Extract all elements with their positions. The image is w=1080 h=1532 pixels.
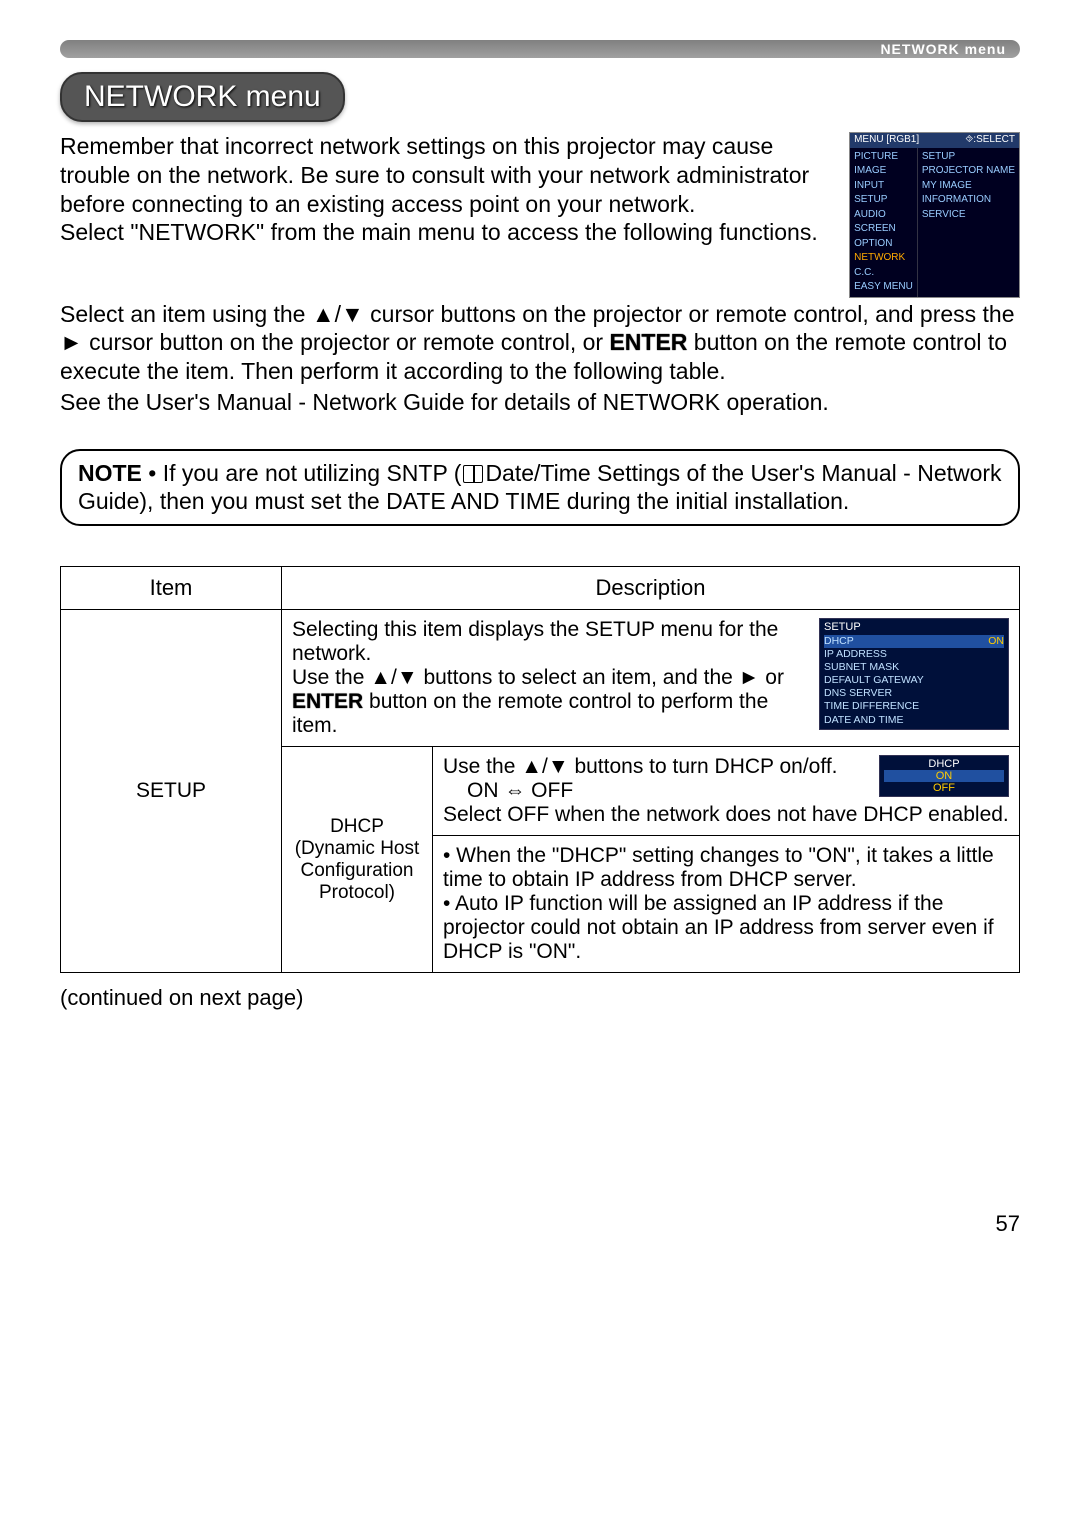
top-bar: NETWORK menu <box>60 40 1020 58</box>
note-box: NOTE • If you are not utilizing SNTP (Da… <box>60 449 1020 527</box>
intro-paragraph-1: Remember that incorrect network settings… <box>60 132 835 218</box>
osd-left-item: SETUP <box>854 193 913 208</box>
osd-right-item: SETUP <box>922 150 1015 165</box>
enter-label: ENTER <box>609 329 687 355</box>
dhcp-row1-cell: DHCP ON OFF Use the ▲/▼ buttons to turn … <box>433 747 1020 836</box>
setup-osd-item: DNS SERVER <box>824 687 892 700</box>
osd-head-right: ⯑:SELECT <box>965 134 1015 147</box>
main-menu-osd: MENU [RGB1] ⯑:SELECT PICTURE IMAGE INPUT… <box>849 132 1020 298</box>
setup-osd-value: ON <box>988 635 1004 648</box>
dhcp-row1-c: Select OFF when the network does not hav… <box>443 803 1009 827</box>
osd-left-item: AUDIO <box>854 208 913 223</box>
note-text-a: • If you are not utilizing SNTP ( <box>142 460 462 486</box>
page-number: 57 <box>60 1211 1020 1237</box>
setup-osd: SETUP DHCP ON IP ADDRESS SUBNET MASK DEFA… <box>819 618 1009 730</box>
setup-osd-item: SUBNET MASK <box>824 661 899 674</box>
dhcp-subitem-cell: DHCP (Dynamic Host Configuration Protoco… <box>282 747 433 973</box>
dhcp-row2-cell: • When the "DHCP" setting changes to "ON… <box>433 836 1020 973</box>
note-label: NOTE <box>78 460 142 486</box>
osd-right-column: SETUP PROJECTOR NAME MY IMAGE INFORMATIO… <box>918 148 1019 297</box>
osd-left-item: INPUT <box>854 179 913 194</box>
osd-left-item-highlight: NETWORK <box>854 251 913 266</box>
osd-right-item: INFORMATION <box>922 193 1015 208</box>
setup-osd-item: DHCP <box>824 635 854 648</box>
description-table: Item Description SETUP SETUP DHCPON IP A… <box>60 566 1020 973</box>
osd-right-item: MY IMAGE <box>922 179 1015 194</box>
setup-osd-item: TIME DIFFERENCE <box>824 700 919 713</box>
dhcp-osd-option: ON <box>884 770 1004 782</box>
osd-left-column: PICTURE IMAGE INPUT SETUP AUDIO SCREEN O… <box>850 148 918 297</box>
top-bar-title: NETWORK menu <box>880 41 1006 57</box>
dhcp-label-1: DHCP <box>292 816 422 838</box>
setup-osd-item: IP ADDRESS <box>824 648 887 661</box>
osd-head-left: MENU [RGB1] <box>854 134 919 147</box>
osd-left-item: C.C. <box>854 266 913 281</box>
intro-paragraph-2: Select "NETWORK" from the main menu to a… <box>60 218 835 247</box>
dhcp-osd-title: DHCP <box>884 758 1004 770</box>
setup-osd-item: DEFAULT GATEWAY <box>824 674 924 687</box>
setup-osd-title: SETUP <box>824 621 1004 635</box>
setup-item-cell: SETUP <box>61 610 282 973</box>
table-head-desc: Description <box>282 567 1020 610</box>
osd-right-item: SERVICE <box>922 208 1015 223</box>
dhcp-label-2: (Dynamic Host Configuration Protocol) <box>292 838 422 904</box>
body-p2: See the User's Manual - Network Guide fo… <box>60 388 1020 417</box>
continued-text: (continued on next page) <box>60 985 1020 1011</box>
dhcp-osd-option: OFF <box>884 782 1004 794</box>
table-head-item: Item <box>61 567 282 610</box>
page-heading: NETWORK menu <box>60 72 345 122</box>
enter-label-2: ENTER <box>292 690 363 713</box>
osd-left-item: IMAGE <box>854 164 913 179</box>
setup-desc-b: Use the ▲/▼ buttons to select an item, a… <box>292 666 784 689</box>
setup-desc-a: Selecting this item displays the SETUP m… <box>292 618 778 665</box>
setup-osd-item: DATE AND TIME <box>824 714 904 727</box>
osd-left-item: PICTURE <box>854 150 913 165</box>
setup-desc-cell: SETUP DHCP ON IP ADDRESS SUBNET MASK DEFA… <box>282 610 1020 747</box>
osd-left-item: OPTION <box>854 237 913 252</box>
dhcp-row2-text: • When the "DHCP" setting changes to "ON… <box>443 844 1009 964</box>
osd-left-item: SCREEN <box>854 222 913 237</box>
setup-desc-c: button on the remote control to perform … <box>292 690 768 737</box>
osd-right-item: PROJECTOR NAME <box>922 164 1015 179</box>
osd-left-item: EASY MENU <box>854 280 913 295</box>
dhcp-osd: DHCP ON OFF <box>879 755 1009 797</box>
book-icon <box>463 465 483 483</box>
